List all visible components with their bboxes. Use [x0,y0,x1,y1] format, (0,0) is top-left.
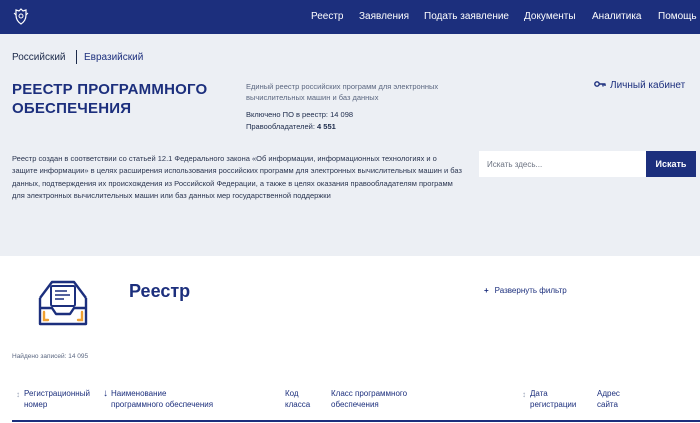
column-header-line: регистрации [530,400,577,409]
personal-cabinet-link[interactable]: Личный кабинет [594,80,685,91]
nav-item-help[interactable]: Помощь [658,0,697,34]
switch-divider [76,50,77,64]
table-header-divider [12,420,700,422]
column-header-line: сайта [597,400,618,409]
sort-icon[interactable]: ↕ [16,390,20,399]
column-header-line: обеспечения [331,400,379,409]
column-header-line: Класс программного [331,389,408,398]
hero-section [0,34,700,256]
column-header-class-code[interactable]: Код класса [285,388,310,410]
records-found-count: Найдено записей: 14 095 [12,353,89,360]
top-nav-bar: Реестр Заявления Подать заявление Докуме… [0,0,700,34]
column-header-line: программного обеспечения [111,400,214,409]
nav-item-applications[interactable]: Заявления [359,0,409,34]
holders-value: 4 551 [317,122,336,131]
page-title: РЕЕСТР ПРОГРАММНОГО ОБЕСПЕЧЕНИЯ [12,81,208,117]
holders-label: Правообладателей: [246,122,318,131]
column-header-website[interactable]: Адрес сайта [597,388,620,410]
holders-count: Правообладателей: 4 551 [246,121,476,132]
registry-tray-icon [38,280,88,326]
column-header-software-class[interactable]: Класс программного обеспечения [331,388,407,410]
search-button[interactable]: Искать [646,151,696,177]
column-header-registration-date[interactable]: Дата регистрации [530,388,576,410]
column-header-software-name[interactable]: Наименование программного обеспечения [111,388,213,410]
nav-item-registry[interactable]: Реестр [311,0,344,34]
registry-switch-russian[interactable]: Российский [12,52,66,63]
column-header-line: класса [285,400,311,409]
included-count: Включено ПО в реестр: 14 098 [246,110,354,119]
personal-cabinet-label: Личный кабинет [610,80,686,91]
column-header-line: Адрес [597,389,620,398]
plus-icon: + [484,286,489,295]
nav-item-documents[interactable]: Документы [524,0,576,34]
column-header-line: номер [24,400,48,409]
search-input[interactable] [479,151,646,177]
key-icon [594,81,606,87]
expand-filter-label: Развернуть фильтр [494,286,567,295]
registry-description: Реестр создан в соответствии со статьей … [12,154,462,200]
sort-icon[interactable]: ↕ [522,390,526,399]
registry-subtitle: Единый реестр российских программ для эл… [246,82,439,102]
coat-of-arms-icon[interactable] [11,7,31,27]
column-header-reg-number[interactable]: Регистрационный номер [24,388,90,410]
nav-item-analytics[interactable]: Аналитика [592,0,642,34]
expand-filter-button[interactable]: + Развернуть фильтр [484,286,567,295]
column-header-line: Наименование [111,389,167,398]
column-header-line: Код [285,389,299,398]
registry-section-title: Реестр [129,281,191,301]
column-header-line: Регистрационный [24,389,90,398]
sort-desc-icon[interactable]: ↓ [103,388,108,399]
column-header-line: Дата [530,389,548,398]
registry-switch-eurasian[interactable]: Евразийский [84,52,143,63]
nav-item-submit-application[interactable]: Подать заявление [424,0,509,34]
